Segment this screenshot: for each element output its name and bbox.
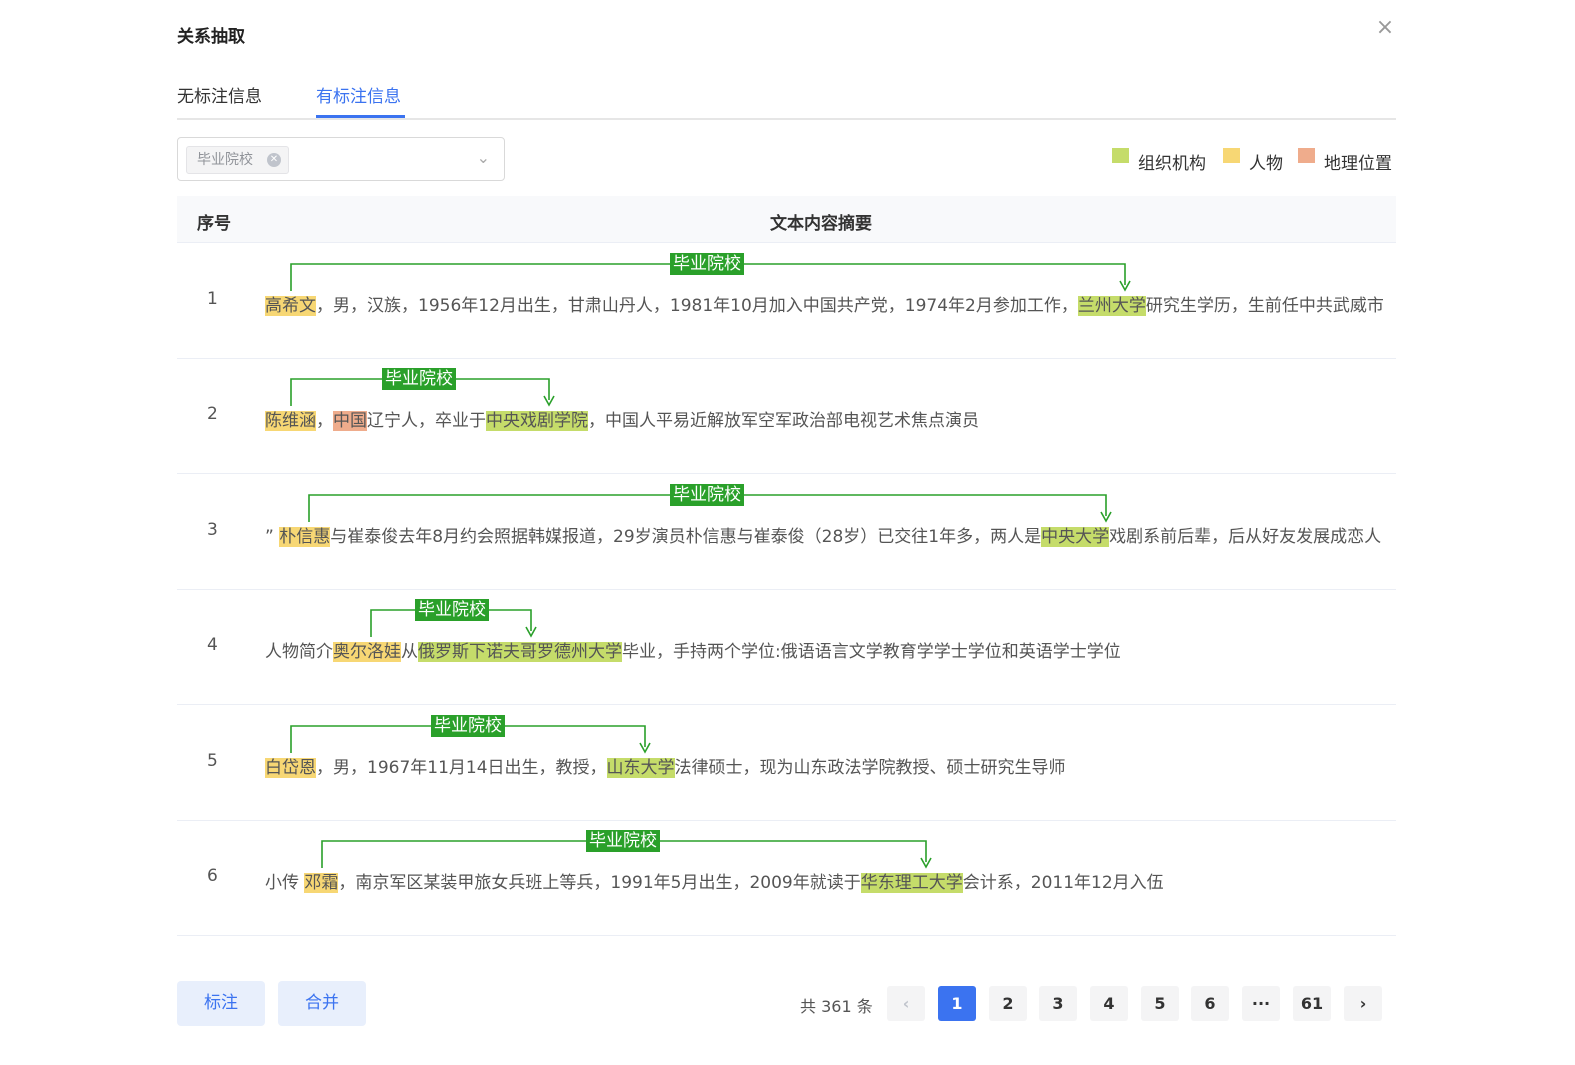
text-summary: 高希文，男，汉族，1956年12月出生，甘肃山丹人，1981年10月加入中国共产…: [265, 293, 1383, 319]
relation-filter-select[interactable]: 毕业院校 ✕ ⌄: [177, 137, 505, 181]
text-segment: ，南京军区某装甲旅女兵班上等兵，1991年5月出生，2009年就读于: [338, 873, 861, 893]
legend-swatch-location: [1298, 148, 1315, 163]
selected-tag-chip: 毕业院校 ✕: [186, 146, 289, 174]
legend: 组织机构 人物 地理位置: [1112, 146, 1396, 174]
text-summary: 人物简介奥尔洛娃从俄罗斯下诺夫哥罗德州大学毕业，手持两个学位:俄语语言文学教育学…: [265, 639, 1383, 665]
tab-unannotated[interactable]: 无标注信息: [177, 82, 262, 107]
entity-person[interactable]: 奥尔洛娃: [333, 642, 401, 663]
entity-location[interactable]: 中国: [333, 411, 367, 432]
text-segment: 法律硕士，现为山东政法学院教授、硕士研究生导师: [674, 757, 1066, 778]
entity-person[interactable]: 白岱恩: [265, 757, 316, 778]
text-segment: 毕业，手持两个学位:俄语语言文学教育学学士学位和英语学士学位: [622, 642, 1121, 663]
chevron-right-icon[interactable]: ›: [1344, 986, 1382, 1021]
page-button[interactable]: 3: [1039, 986, 1077, 1021]
table-row: 3 毕业院校” 朴信惠与崔泰俊去年8月约会照据韩媒报道，29岁演员朴信惠与崔泰俊（…: [177, 474, 1396, 590]
relation-label[interactable]: 毕业院校: [586, 830, 660, 852]
text-segment: 小传: [265, 873, 305, 893]
page-button[interactable]: 2: [989, 986, 1027, 1021]
legend-label-org: 组织机构: [1138, 154, 1206, 174]
page-button[interactable]: 6: [1191, 986, 1229, 1021]
page-button[interactable]: 5: [1141, 986, 1179, 1021]
relation-label[interactable]: 毕业院校: [382, 368, 456, 391]
page-button[interactable]: 61: [1293, 986, 1331, 1021]
text-segment: 人物简介: [265, 642, 333, 663]
text-summary: 小传 邓霜，南京军区某装甲旅女兵班上等兵，1991年5月出生，2009年就读于华…: [265, 870, 1383, 896]
entity-person[interactable]: 朴信惠: [279, 526, 331, 547]
text-segment: 会计系，2011年12月入伍: [962, 873, 1164, 893]
table-header: 序号 文本内容摘要: [177, 196, 1396, 243]
close-icon[interactable]: ×: [1374, 17, 1396, 39]
text-segment: ，男，汉族，1956年12月出生，甘肃山丹人，1981年10月加入中国共产党，1…: [316, 296, 1078, 316]
text-segment: ，男，1967年11月14日出生，教授，: [316, 757, 607, 778]
text-segment: ，: [316, 411, 333, 432]
tab-annotated[interactable]: 有标注信息: [316, 82, 401, 107]
entity-person[interactable]: 邓霜: [304, 873, 339, 893]
page-button[interactable]: 4: [1090, 986, 1128, 1021]
table-row: 4 毕业院校 人物简介奥尔洛娃从俄罗斯下诺夫哥罗德州大学毕业，手持两个学位:俄语语言…: [177, 589, 1396, 706]
text-segment: 辽宁人，卒业于: [367, 411, 486, 432]
text-summary: 白岱恩，男，1967年11月14日出生，教授，山东大学法律硕士，现为山东政法学院…: [265, 755, 1383, 781]
table-row: 5 毕业院校 白岱恩，男，1967年11月14日出生，教授，山东大学法律硕士，现为山…: [177, 705, 1396, 821]
entity-organization[interactable]: 山东大学: [606, 757, 675, 778]
total-count: 共 361 条: [800, 997, 873, 1016]
text-segment: 与崔泰俊去年8月约会照据韩媒报道，29岁演员朴信惠与崔泰俊（28岁）已交往1年多…: [330, 526, 1042, 547]
annotate-button[interactable]: 标注: [177, 981, 265, 1026]
tab-bar: 无标注信息 有标注信息: [177, 78, 1396, 120]
legend-swatch-org: [1112, 148, 1129, 163]
active-tab-indicator: [316, 115, 405, 118]
selected-tag-label: 毕业院校: [197, 152, 253, 168]
page-ellipsis[interactable]: ···: [1242, 986, 1280, 1021]
relation-label[interactable]: 毕业院校: [431, 714, 505, 737]
entity-person[interactable]: 陈维涵: [265, 411, 316, 432]
relation-label[interactable]: 毕业院校: [670, 483, 744, 506]
column-header-index: 序号: [197, 214, 231, 234]
text-summary: 陈维涵，中国辽宁人，卒业于中央戏剧学院，中国人平易近解放军空军政治部电视艺术焦点…: [265, 408, 1383, 434]
text-segment: ”: [265, 526, 280, 547]
entity-organization[interactable]: 俄罗斯下诺夫哥罗德州大学: [418, 642, 622, 663]
page-button[interactable]: 1: [938, 986, 976, 1021]
entity-person[interactable]: 高希文: [265, 296, 316, 316]
entity-organization[interactable]: 中央大学: [1041, 526, 1110, 547]
table-row: 2 毕业院校 陈维涵，中国辽宁人，卒业于中央戏剧学院，中国人平易近解放军空军政治部电…: [177, 358, 1396, 475]
text-segment: 研究生学历，生前任中共武威市委常委、市人民政府常务副市长: [1145, 296, 1383, 316]
chevron-down-icon[interactable]: ⌄: [477, 148, 490, 167]
relation-label[interactable]: 毕业院校: [670, 253, 744, 275]
text-summary: ” 朴信惠与崔泰俊去年8月约会照据韩媒报道，29岁演员朴信惠与崔泰俊（28岁）已…: [265, 524, 1383, 550]
text-segment: 戏剧系前后辈，后从好友发展成恋人: [1109, 526, 1382, 547]
column-header-summary: 文本内容摘要: [770, 214, 872, 234]
table-row: 1 毕业院校 高希文，男，汉族，1956年12月出生，甘肃山丹人，1981年10月加…: [177, 243, 1396, 359]
relation-label[interactable]: 毕业院校: [415, 599, 489, 622]
remove-tag-icon[interactable]: ✕: [267, 153, 281, 167]
entity-organization[interactable]: 兰州大学: [1077, 296, 1146, 316]
text-segment: 从: [401, 642, 418, 663]
legend-swatch-person: [1223, 148, 1240, 163]
chevron-left-icon[interactable]: ‹: [887, 986, 925, 1021]
merge-button[interactable]: 合并: [278, 981, 366, 1026]
legend-label-location: 地理位置: [1324, 154, 1392, 174]
text-segment: ，中国人平易近解放军空军政治部电视艺术焦点演员: [588, 411, 979, 432]
table-row: 6 毕业院校 小传 邓霜，南京军区某装甲旅女兵班上等兵，1991年5月出生，2009…: [177, 820, 1396, 936]
entity-organization[interactable]: 华东理工大学: [860, 873, 963, 893]
entity-organization[interactable]: 中央戏剧学院: [486, 411, 588, 432]
dialog-title: 关系抽取: [177, 27, 245, 47]
legend-label-person: 人物: [1249, 154, 1283, 174]
